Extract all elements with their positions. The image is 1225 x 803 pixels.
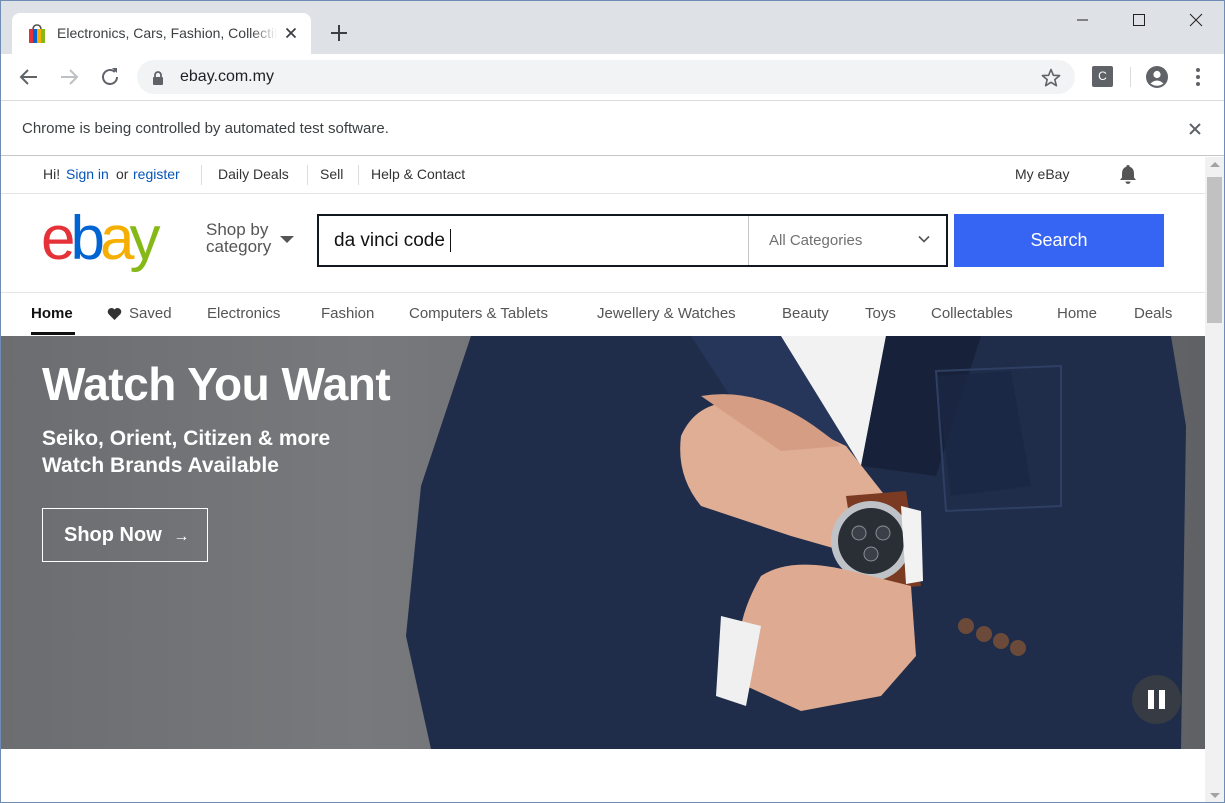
greeting-text: Hi! bbox=[43, 166, 61, 182]
nav-fashion[interactable]: Fashion bbox=[321, 305, 374, 322]
back-arrow-icon[interactable] bbox=[16, 64, 42, 90]
search-bar: All Categories bbox=[317, 214, 948, 267]
browser-toolbar: ebay.com.my C bbox=[1, 54, 1224, 100]
profile-icon[interactable] bbox=[1145, 65, 1169, 89]
vertical-scrollbar[interactable] bbox=[1205, 157, 1224, 802]
minimize-icon[interactable] bbox=[1055, 1, 1111, 37]
window-close-icon[interactable] bbox=[1168, 1, 1224, 37]
or-text: or bbox=[116, 166, 129, 182]
category-nav: Home Saved Electronics Fashion Computers… bbox=[1, 292, 1205, 335]
register-link[interactable]: register bbox=[133, 166, 180, 182]
hero-subtitle: Seiko, Orient, Citizen & more Watch Bran… bbox=[42, 425, 330, 479]
toolbar-divider bbox=[1130, 67, 1131, 87]
nav-jewellery-watches[interactable]: Jewellery & Watches bbox=[597, 305, 736, 322]
caret-down-icon[interactable] bbox=[280, 236, 294, 243]
shop-by-category-button[interactable]: Shop by category bbox=[206, 221, 271, 255]
search-button[interactable]: Search bbox=[954, 214, 1164, 267]
ebay-favicon bbox=[29, 24, 45, 43]
tab-title: Electronics, Cars, Fashion, Collectibles… bbox=[57, 25, 277, 41]
address-bar[interactable]: ebay.com.my bbox=[137, 60, 1075, 94]
automation-infobar: Chrome is being controlled by automated … bbox=[1, 100, 1224, 156]
pause-icon bbox=[1159, 690, 1165, 709]
hero-subtitle-line: Seiko, Orient, Citizen & more bbox=[42, 427, 331, 450]
shop-now-label: Shop Now bbox=[64, 524, 162, 546]
lock-icon[interactable] bbox=[151, 70, 165, 86]
nav-beauty[interactable]: Beauty bbox=[782, 305, 829, 322]
search-header: ebay Shop by category All Categories Sea… bbox=[1, 194, 1205, 292]
nav-toys[interactable]: Toys bbox=[865, 305, 896, 322]
infobar-message: Chrome is being controlled by automated … bbox=[22, 120, 389, 137]
hero-banner[interactable]: Watch You Want Seiko, Orient, Citizen & … bbox=[1, 336, 1205, 749]
category-select[interactable]: All Categories bbox=[748, 216, 946, 265]
my-ebay-link[interactable]: My eBay bbox=[1015, 166, 1069, 182]
scroll-up-icon[interactable] bbox=[1210, 162, 1220, 167]
chevron-down-icon bbox=[918, 235, 930, 243]
pause-icon bbox=[1148, 690, 1154, 709]
kebab-menu-icon[interactable] bbox=[1190, 66, 1206, 88]
star-icon[interactable] bbox=[1040, 67, 1062, 89]
extension-button[interactable]: C bbox=[1092, 66, 1113, 87]
divider bbox=[307, 165, 308, 185]
help-contact-link[interactable]: Help & Contact bbox=[371, 166, 465, 182]
nav-computers-tablets[interactable]: Computers & Tablets bbox=[409, 305, 548, 322]
svg-text:ebay: ebay bbox=[41, 209, 160, 273]
nav-saved[interactable]: Saved bbox=[129, 305, 172, 322]
url-text: ebay.com.my bbox=[180, 68, 274, 85]
hero-title: Watch You Want bbox=[42, 358, 391, 410]
browser-tab[interactable]: Electronics, Cars, Fashion, Collectibles… bbox=[12, 13, 311, 54]
global-header: Hi! Sign in or register Daily Deals Sell… bbox=[1, 157, 1205, 194]
forward-arrow-icon[interactable] bbox=[56, 64, 82, 90]
shop-now-button[interactable]: Shop Now → bbox=[42, 508, 208, 562]
divider bbox=[201, 165, 202, 185]
divider bbox=[358, 165, 359, 185]
ebay-logo[interactable]: ebay bbox=[41, 209, 191, 273]
reload-icon[interactable] bbox=[97, 64, 123, 90]
browser-window: Electronics, Cars, Fashion, Collectibles… bbox=[0, 0, 1225, 803]
scroll-thumb[interactable] bbox=[1207, 177, 1222, 323]
tab-strip: Electronics, Cars, Fashion, Collectibles… bbox=[1, 1, 1224, 54]
category-select-value: All Categories bbox=[769, 232, 863, 249]
bell-icon[interactable] bbox=[1117, 163, 1139, 185]
heart-icon[interactable] bbox=[107, 307, 122, 321]
scroll-down-icon[interactable] bbox=[1210, 793, 1220, 798]
nav-collectables[interactable]: Collectables bbox=[931, 305, 1013, 322]
pause-button[interactable] bbox=[1132, 675, 1181, 724]
search-input[interactable] bbox=[319, 216, 748, 265]
nav-deals[interactable]: Deals bbox=[1134, 305, 1172, 322]
nav-home-garden[interactable]: Home bbox=[1057, 305, 1097, 322]
nav-electronics[interactable]: Electronics bbox=[207, 305, 280, 322]
plus-icon[interactable] bbox=[328, 22, 350, 44]
daily-deals-link[interactable]: Daily Deals bbox=[218, 166, 289, 182]
close-icon[interactable] bbox=[283, 25, 299, 41]
page-viewport: Hi! Sign in or register Daily Deals Sell… bbox=[1, 157, 1205, 802]
hero-subtitle-line: Watch Brands Available bbox=[42, 454, 279, 477]
category-label: category bbox=[206, 237, 272, 256]
text-cursor bbox=[450, 229, 451, 252]
nav-home[interactable]: Home bbox=[31, 305, 73, 322]
active-tab-underline bbox=[31, 332, 75, 335]
close-icon[interactable] bbox=[1187, 121, 1203, 137]
maximize-icon[interactable] bbox=[1111, 1, 1167, 37]
shop-by-label: Shop by bbox=[206, 220, 269, 239]
sell-link[interactable]: Sell bbox=[320, 166, 343, 182]
sign-in-link[interactable]: Sign in bbox=[66, 166, 109, 182]
arrow-right-icon: → bbox=[173, 528, 190, 545]
